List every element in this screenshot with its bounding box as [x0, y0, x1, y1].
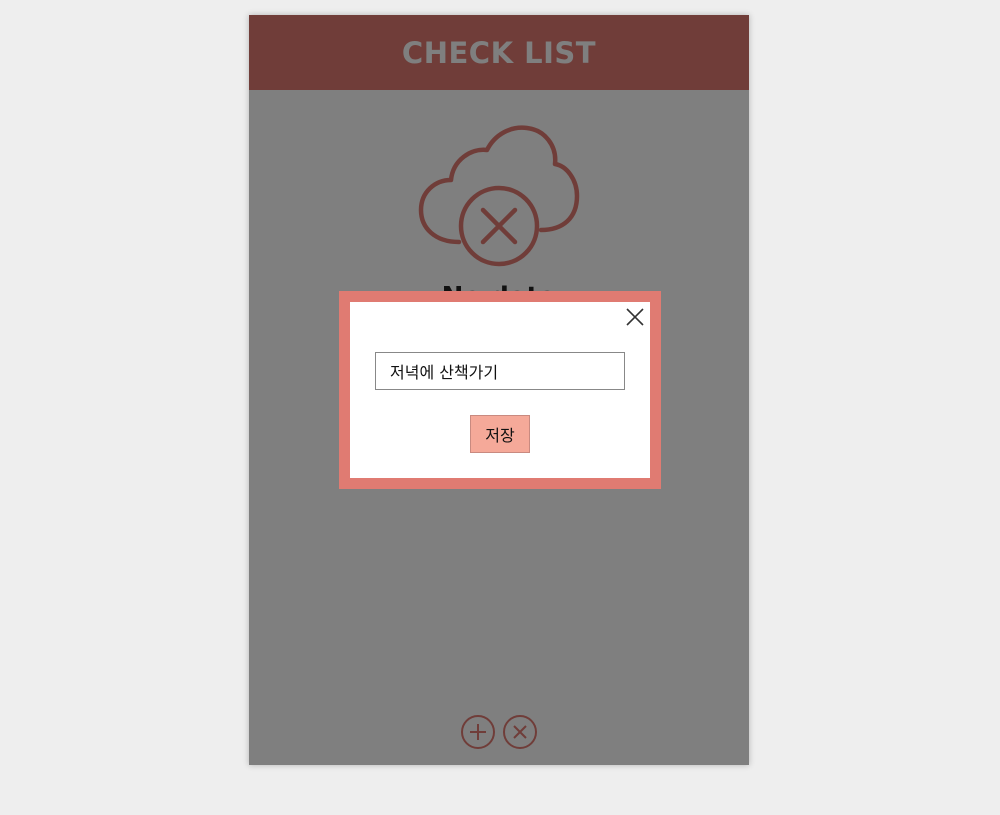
todo-input[interactable]	[375, 352, 625, 390]
close-icon	[626, 308, 644, 326]
add-item-modal: 저장	[339, 291, 661, 489]
modal-content: 저장	[350, 302, 650, 478]
modal-close-button[interactable]	[624, 306, 646, 328]
save-button[interactable]: 저장	[470, 415, 530, 453]
